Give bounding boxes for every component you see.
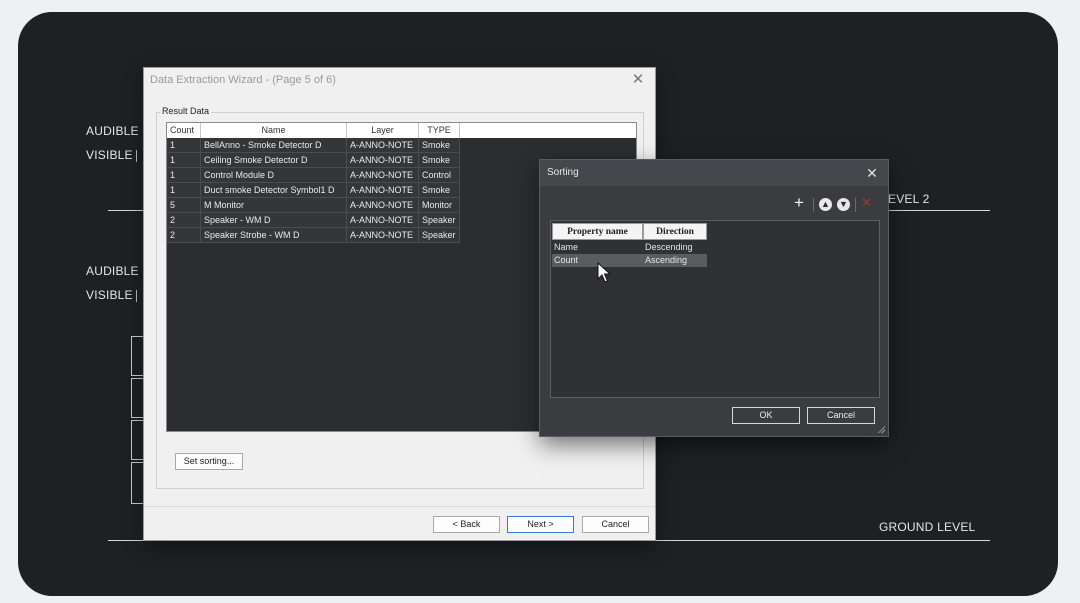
cad-label-audible-1: AUDIBLE xyxy=(86,124,139,138)
cell-type: Smoke xyxy=(419,153,460,168)
cancel-button[interactable]: Cancel xyxy=(582,516,649,533)
resize-grip-icon[interactable] xyxy=(877,425,885,433)
cell-count: 1 xyxy=(167,153,201,168)
cell-name: Control Module D xyxy=(201,168,347,183)
sort-direction: Ascending xyxy=(643,254,707,267)
cad-symbol-line xyxy=(136,290,137,302)
cell-type: Speaker xyxy=(419,228,460,243)
column-header-property-name[interactable]: Property name xyxy=(552,223,643,240)
cancel-button[interactable]: Cancel xyxy=(807,407,875,424)
next-button[interactable]: Next > xyxy=(507,516,574,533)
column-header-count[interactable]: Count xyxy=(167,123,201,138)
cell-name: M Monitor xyxy=(201,198,347,213)
cell-count: 2 xyxy=(167,228,201,243)
cad-symbol-line xyxy=(136,150,137,162)
move-up-icon[interactable]: ▲ xyxy=(819,198,832,211)
column-header-type[interactable]: TYPE xyxy=(419,123,460,138)
back-button[interactable]: < Back xyxy=(433,516,500,533)
cell-type: Monitor xyxy=(419,198,460,213)
set-sorting-button[interactable]: Set sorting... xyxy=(175,453,243,470)
sort-property-name: Name xyxy=(554,242,579,252)
plus-icon[interactable]: + xyxy=(794,194,804,211)
cad-label-visible-2: VISIBLE xyxy=(86,288,133,302)
grid-header: Count Name Layer TYPE xyxy=(167,123,636,138)
column-header-direction[interactable]: Direction xyxy=(643,223,707,240)
cad-label-ground-level: GROUND LEVEL xyxy=(879,520,976,534)
mouse-cursor-icon xyxy=(597,262,611,283)
wizard-footer-divider xyxy=(144,506,655,507)
move-down-icon[interactable]: ▼ xyxy=(837,198,850,211)
sorting-titlebar[interactable] xyxy=(540,160,888,186)
column-header-name[interactable]: Name xyxy=(201,123,347,138)
cell-name: Speaker - WM D xyxy=(201,213,347,228)
sorting-dialog: Sorting ✕ + ▲ ▼ ✕ Property name Directio… xyxy=(540,160,888,436)
cell-name: BellAnno - Smoke Detector D xyxy=(201,138,347,153)
column-header-layer[interactable]: Layer xyxy=(347,123,419,138)
cell-name: Speaker Strobe - WM D xyxy=(201,228,347,243)
close-icon[interactable]: ✕ xyxy=(864,164,880,182)
cell-layer: A-ANNO-NOTE xyxy=(347,213,419,228)
cell-count: 5 xyxy=(167,198,201,213)
wizard-title: Data Extraction Wizard - (Page 5 of 6) xyxy=(150,74,336,86)
cell-type: Control xyxy=(419,168,460,183)
cell-name: Ceiling Smoke Detector D xyxy=(201,153,347,168)
cell-layer: A-ANNO-NOTE xyxy=(347,153,419,168)
sorting-title: Sorting xyxy=(547,167,579,178)
toolbar-separator xyxy=(855,198,856,212)
sort-direction: Descending xyxy=(645,242,693,252)
cell-type: Smoke xyxy=(419,183,460,198)
sort-criteria-list[interactable]: Property name Direction Name Descending Co… xyxy=(550,220,880,398)
ok-button[interactable]: OK xyxy=(732,407,800,424)
cad-label-level-2: EVEL 2 xyxy=(888,192,930,206)
cell-type: Speaker xyxy=(419,213,460,228)
cell-layer: A-ANNO-NOTE xyxy=(347,168,419,183)
cad-label-audible-2: AUDIBLE xyxy=(86,264,139,278)
cell-layer: A-ANNO-NOTE xyxy=(347,228,419,243)
close-icon[interactable]: ✕ xyxy=(629,71,647,89)
cad-label-visible-1: VISIBLE xyxy=(86,148,133,162)
cell-count: 1 xyxy=(167,168,201,183)
cad-level-line-upper-left xyxy=(108,210,148,211)
cell-count: 2 xyxy=(167,213,201,228)
cad-level-line-upper-right xyxy=(888,210,990,211)
delete-icon[interactable]: ✕ xyxy=(861,196,872,210)
cad-ground-line xyxy=(108,540,990,541)
cell-type: Smoke xyxy=(419,138,460,153)
cell-name: Duct smoke Detector Symbol1 D xyxy=(201,183,347,198)
result-data-label: Result Data xyxy=(160,106,212,116)
cell-count: 1 xyxy=(167,138,201,153)
cell-count: 1 xyxy=(167,183,201,198)
cell-layer: A-ANNO-NOTE xyxy=(347,183,419,198)
cell-layer: A-ANNO-NOTE xyxy=(347,198,419,213)
toolbar-separator xyxy=(813,198,814,212)
cell-layer: A-ANNO-NOTE xyxy=(347,138,419,153)
